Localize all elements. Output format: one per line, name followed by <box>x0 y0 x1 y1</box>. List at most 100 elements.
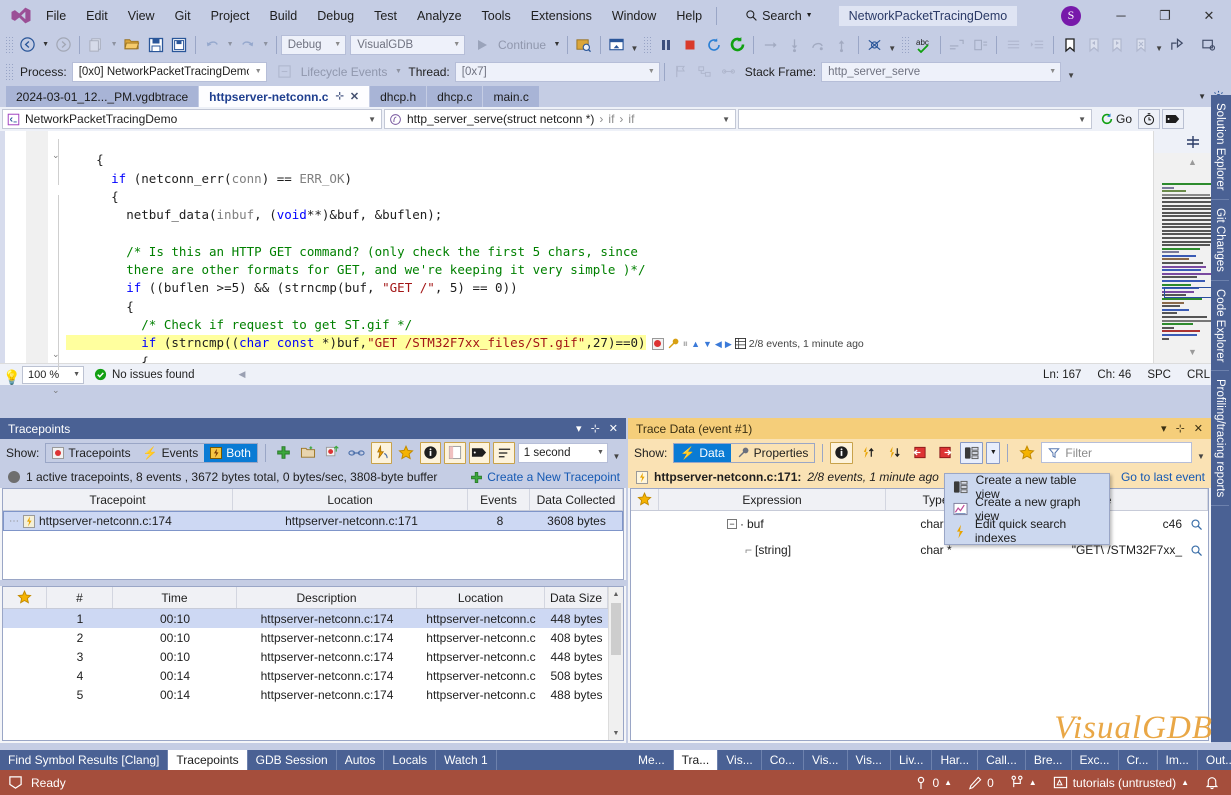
live-share-icon[interactable] <box>1197 33 1221 56</box>
zoom-combo[interactable]: 100 % ▼ <box>22 365 84 384</box>
next-event-icon[interactable] <box>882 442 905 464</box>
navigate-back-dropdown-icon[interactable]: ▼ <box>40 33 52 56</box>
fold-chevron-icon[interactable]: ⌄ <box>52 385 60 396</box>
previous-event-icon[interactable] <box>856 442 879 464</box>
new-project-icon[interactable] <box>84 33 108 56</box>
trace-data-table[interactable]: Expression Type Value − · buf char * c46 <box>630 488 1209 741</box>
menu-help[interactable]: Help <box>666 5 712 27</box>
notifications-indicator[interactable] <box>1205 775 1219 790</box>
th-favorite[interactable] <box>631 489 659 510</box>
error-count-indicator[interactable]: 0 ▲ <box>915 776 952 790</box>
next-bookmark-icon[interactable] <box>1106 33 1130 56</box>
pin-icon[interactable]: ⊹ <box>1176 422 1185 435</box>
account-avatar[interactable]: S <box>1061 5 1081 26</box>
continue-dropdown-icon[interactable]: ▼ <box>551 33 563 56</box>
bottom-tab-vis-3[interactable]: Vis... <box>848 750 891 770</box>
tracepoint-settings-icon[interactable] <box>667 337 680 350</box>
platform-combo[interactable]: VisualGDB ▼ <box>350 34 466 55</box>
go-to-previous-tracepoint-icon[interactable] <box>908 442 931 464</box>
new-project-dropdown-icon[interactable]: ▼ <box>108 33 120 56</box>
menu-edit[interactable]: Edit <box>76 5 118 27</box>
bottom-tab-hardware[interactable]: Har... <box>932 750 979 770</box>
close-button[interactable]: ✕ <box>1187 0 1231 31</box>
thread-combo[interactable]: [0x7] ▼ <box>454 61 660 82</box>
dock-tab-solution-explorer[interactable]: Solution Explorer <box>1211 95 1229 200</box>
info-icon[interactable] <box>419 441 442 464</box>
list-settings-icon[interactable] <box>493 441 515 464</box>
label-tag-icon[interactable] <box>468 441 491 464</box>
maximize-button[interactable]: ❐ <box>1143 0 1187 31</box>
th-data-size[interactable]: Data Size <box>545 587 608 608</box>
dock-tab-git-changes[interactable]: Git Changes <box>1211 200 1229 281</box>
nav-prev-icon[interactable]: ◀ <box>715 335 722 353</box>
step-over-icon[interactable] <box>758 33 782 56</box>
menu-view[interactable]: View <box>118 5 165 27</box>
menu-tools[interactable]: Tools <box>472 5 521 27</box>
table-row[interactable]: ⌐ [string] char * "GET\ /STM32F7xx_ <box>631 537 1208 563</box>
pending-changes-indicator[interactable]: 0 <box>968 776 994 790</box>
save-all-icon[interactable] <box>168 33 192 56</box>
table-row[interactable]: ⋯ httpserver-netconn.c:174 httpserver-ne… <box>3 511 623 531</box>
tp-toolbar-overflow-icon[interactable]: ▼ <box>611 441 622 464</box>
nav-down-icon[interactable]: ▼ <box>703 335 712 353</box>
source-code-text[interactable]: { if (netconn_err(conn) == ERR_OK) { net… <box>66 131 1153 363</box>
uncomment-selection-icon[interactable] <box>969 33 993 56</box>
share-icon[interactable] <box>1165 33 1189 56</box>
bottom-tab-vis-1[interactable]: Vis... <box>718 750 762 770</box>
nav-next-icon[interactable]: ▶ <box>725 335 732 353</box>
bottom-tab-console[interactable]: Co... <box>762 750 805 770</box>
bottom-tab-breakpoints[interactable]: Bre... <box>1026 750 1072 770</box>
continue-play-icon[interactable] <box>470 33 494 56</box>
toggle-tracing-icon[interactable] <box>370 441 393 464</box>
process-combo[interactable]: [0x0] NetworkPacketTracingDemo ▼ <box>71 61 267 82</box>
th-description[interactable]: Description <box>237 587 417 608</box>
toolbar-grip-4[interactable] <box>5 62 13 81</box>
tab-dhcp-h[interactable]: dhcp.h <box>370 86 427 107</box>
filter-input[interactable]: Filter <box>1041 442 1192 463</box>
link-tracepoints-icon[interactable] <box>346 442 367 464</box>
bottom-tab-find-symbol-results[interactable]: Find Symbol Results [Clang] <box>0 750 169 770</box>
member-dropdown[interactable]: http_server_serve(struct netconn *) › if… <box>384 109 736 129</box>
table-row[interactable]: 5 00:14 httpserver-netconn.c:174 httpser… <box>3 685 608 704</box>
break-all-icon[interactable] <box>654 33 678 56</box>
bottom-tab-immediate[interactable]: Im... <box>1158 750 1198 770</box>
show-next-statement-icon[interactable] <box>863 33 887 56</box>
bottom-tab-memory[interactable]: Me... <box>630 750 674 770</box>
go-to-next-tracepoint-icon[interactable] <box>934 442 957 464</box>
toolbar-overflow-icon[interactable]: ▼ <box>628 33 640 56</box>
go-button[interactable]: Go <box>1096 111 1136 127</box>
pause-icon[interactable]: ⏸ <box>683 335 689 353</box>
create-view-context-menu[interactable]: Create a new table view Create a new gra… <box>944 473 1110 545</box>
inspect-magnifier-icon[interactable] <box>1190 544 1203 557</box>
nav-up-icon[interactable]: ▲ <box>691 335 700 353</box>
tab-main-c[interactable]: main.c <box>483 86 539 107</box>
flag-icon[interactable] <box>669 60 693 83</box>
events-scrollbar[interactable]: ▲ ▼ <box>608 587 623 740</box>
dock-tab-profiling-reports[interactable]: Profiling/tracing reports <box>1211 371 1229 507</box>
delete-tracepoint-icon[interactable] <box>322 442 343 464</box>
stack-frame-combo[interactable]: http_server_serve ▼ <box>821 61 1062 82</box>
th-location[interactable]: Location <box>233 489 468 510</box>
new-tracepoint-folder-icon[interactable] <box>297 442 318 464</box>
lifecycle-events-icon[interactable] <box>273 60 297 83</box>
th-number[interactable]: # <box>47 587 113 608</box>
menu-window[interactable]: Window <box>602 5 666 27</box>
bottom-tab-call-stack[interactable]: Call... <box>978 750 1026 770</box>
panel-dropdown-icon[interactable]: ▾ <box>576 422 582 435</box>
redo-icon[interactable] <box>236 33 260 56</box>
bottom-tab-cr[interactable]: Cr... <box>1119 750 1158 770</box>
th-events[interactable]: Events <box>468 489 530 510</box>
step-out-over-icon[interactable] <box>806 33 830 56</box>
panel-dropdown-icon[interactable]: ▾ <box>1161 422 1167 435</box>
tracepoint-inline-toolbar[interactable]: ⏸ ▲ ▼ ◀ ▶ 2/8 events, 1 minute ago <box>651 335 864 353</box>
go-to-last-event-link[interactable]: Go to last event <box>1121 470 1205 484</box>
bottom-tab-output[interactable]: Out... <box>1198 750 1231 770</box>
save-icon[interactable] <box>144 33 168 56</box>
th-tracepoint[interactable]: Tracepoint <box>3 489 233 510</box>
th-event-location[interactable]: Location <box>417 587 545 608</box>
close-icon[interactable]: ✕ <box>350 90 359 103</box>
pin-icon[interactable]: ⊹ <box>591 422 600 435</box>
lightbulb-icon[interactable]: 💡 <box>3 369 20 386</box>
bottom-tab-watch-1[interactable]: Watch 1 <box>436 750 497 770</box>
toggle-bookmark-icon[interactable] <box>1058 33 1082 56</box>
